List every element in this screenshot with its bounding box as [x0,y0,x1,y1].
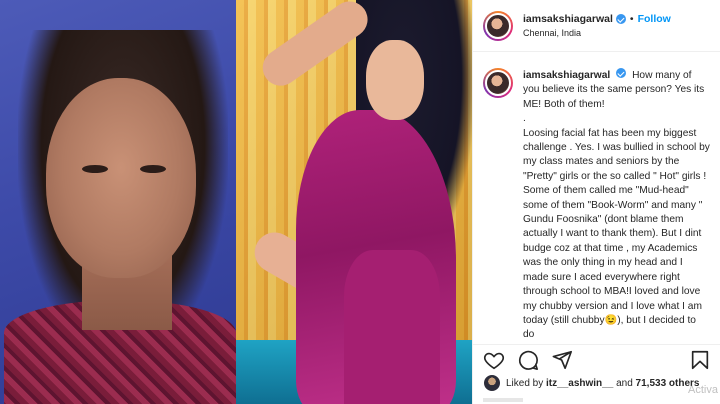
comment-icon[interactable] [517,349,539,371]
profile-avatar[interactable] [483,10,513,41]
separator-dot: • [629,13,634,25]
paper-plane-icon[interactable] [551,349,573,371]
post-sidebar: iamsakshiagarwal • Follow Chennai, India… [472,0,720,404]
likes-connector: and [616,377,633,389]
post-date-stub [483,398,523,402]
verified-badge-icon [616,68,627,78]
heart-icon[interactable] [483,349,505,371]
before-photo [0,0,236,404]
caption-area: iamsakshiagarwal How many of you believe… [473,52,720,344]
header-username[interactable]: iamsakshiagarwal [523,13,613,25]
follow-button[interactable]: Follow [638,13,671,25]
caption-username[interactable]: iamsakshiagarwal [523,70,610,81]
post-media[interactable] [0,0,472,404]
caption-avatar[interactable] [483,68,513,98]
verified-badge-icon [615,14,626,24]
liker-avatar[interactable] [483,374,501,392]
caption-paragraph-3: Loosing facial fat has been my biggest c… [523,127,710,341]
activation-watermark: Activa [688,384,718,396]
caption-paragraph-2: . [523,113,526,125]
likes-prefix: Liked by [506,377,544,389]
liker-username[interactable]: itz__ashwin__ [546,378,613,389]
post-header: iamsakshiagarwal • Follow Chennai, India [473,0,720,52]
likes-summary: Liked by itz__ashwin__ and 71,533 others [473,374,720,392]
action-bar [473,344,720,374]
bookmark-icon[interactable] [689,349,711,371]
after-photo [236,0,472,404]
location-link[interactable]: Chennai, India [523,28,671,38]
caption-text: iamsakshiagarwal How many of you believe… [523,68,710,344]
